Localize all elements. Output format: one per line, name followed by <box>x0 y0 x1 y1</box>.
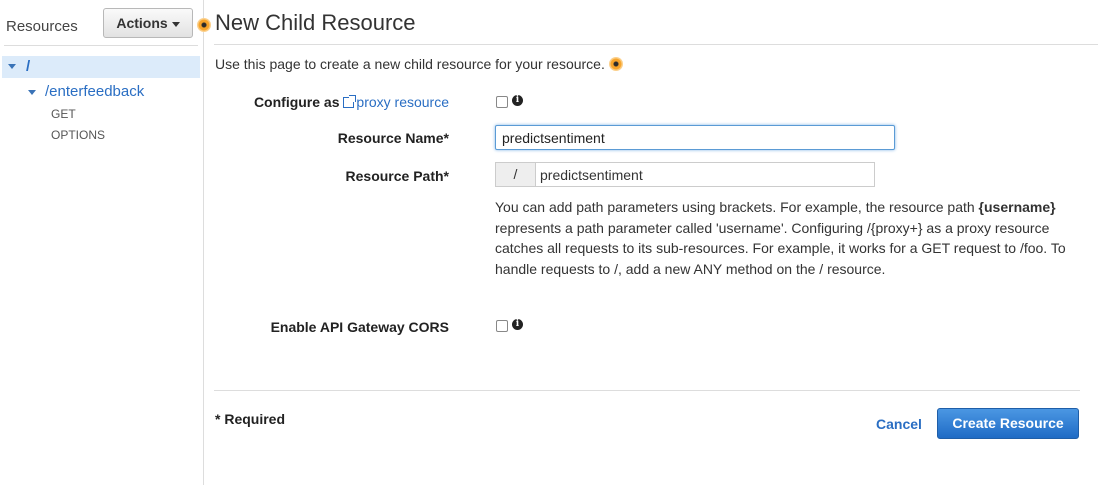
tree-item-root[interactable]: / <box>2 56 200 78</box>
expand-triangle-icon[interactable] <box>8 64 16 69</box>
resource-path-label: Resource Path* <box>345 168 449 184</box>
create-resource-button[interactable]: Create Resource <box>937 408 1079 439</box>
actions-button[interactable]: Actions <box>103 8 193 38</box>
help-text-1: You can add path parameters using bracke… <box>495 199 979 215</box>
info-icon[interactable]: i <box>512 95 523 106</box>
proxy-resource-link-text: proxy resource <box>356 94 449 110</box>
required-note: * Required <box>215 411 286 427</box>
configure-prefix: Configure as <box>253 94 340 110</box>
proxy-resource-checkbox[interactable] <box>496 96 508 108</box>
path-help-text: You can add path parameters using bracke… <box>495 197 1085 279</box>
resources-sidebar: Resources Actions / /enterfeedback GET O… <box>0 0 204 485</box>
resource-name-label: Resource Name* <box>337 130 449 146</box>
proxy-resource-link[interactable]: proxy resource <box>343 94 449 110</box>
sidebar-title: Resources <box>6 18 78 35</box>
resource-path-prefix: / <box>495 162 535 187</box>
expand-triangle-icon[interactable] <box>28 90 36 95</box>
actions-label: Actions <box>116 15 168 31</box>
cors-checkbox[interactable] <box>496 320 508 332</box>
sidebar-header: Resources Actions <box>0 0 204 46</box>
page-description-text: Use this page to create a new child reso… <box>215 56 605 72</box>
resource-path-input[interactable] <box>535 162 875 187</box>
cancel-button[interactable]: Cancel <box>876 416 922 432</box>
help-text-bold: {username} <box>978 199 1056 215</box>
info-icon[interactable]: i <box>512 319 523 330</box>
tree-method-get[interactable]: GET <box>51 107 76 121</box>
footer-divider <box>214 390 1080 391</box>
tree-method-options[interactable]: OPTIONS <box>51 128 105 142</box>
external-link-icon <box>343 95 357 108</box>
sidebar-divider <box>4 45 198 46</box>
caret-down-icon <box>171 21 180 27</box>
tree-item-enterfeedback-label: /enterfeedback <box>45 83 145 100</box>
page-description: Use this page to create a new child reso… <box>215 56 623 72</box>
resource-name-input[interactable] <box>495 125 895 150</box>
cors-label: Enable API Gateway CORS <box>270 319 449 335</box>
configure-proxy-label: Configure as proxy resource <box>254 94 449 110</box>
title-divider <box>214 44 1098 45</box>
help-beacon-icon[interactable] <box>197 18 211 32</box>
help-beacon-icon[interactable] <box>608 57 623 71</box>
tree-item-root-label: / <box>26 58 31 75</box>
help-text-2: represents a path parameter called 'user… <box>495 219 1066 277</box>
page-title: New Child Resource <box>215 10 416 35</box>
